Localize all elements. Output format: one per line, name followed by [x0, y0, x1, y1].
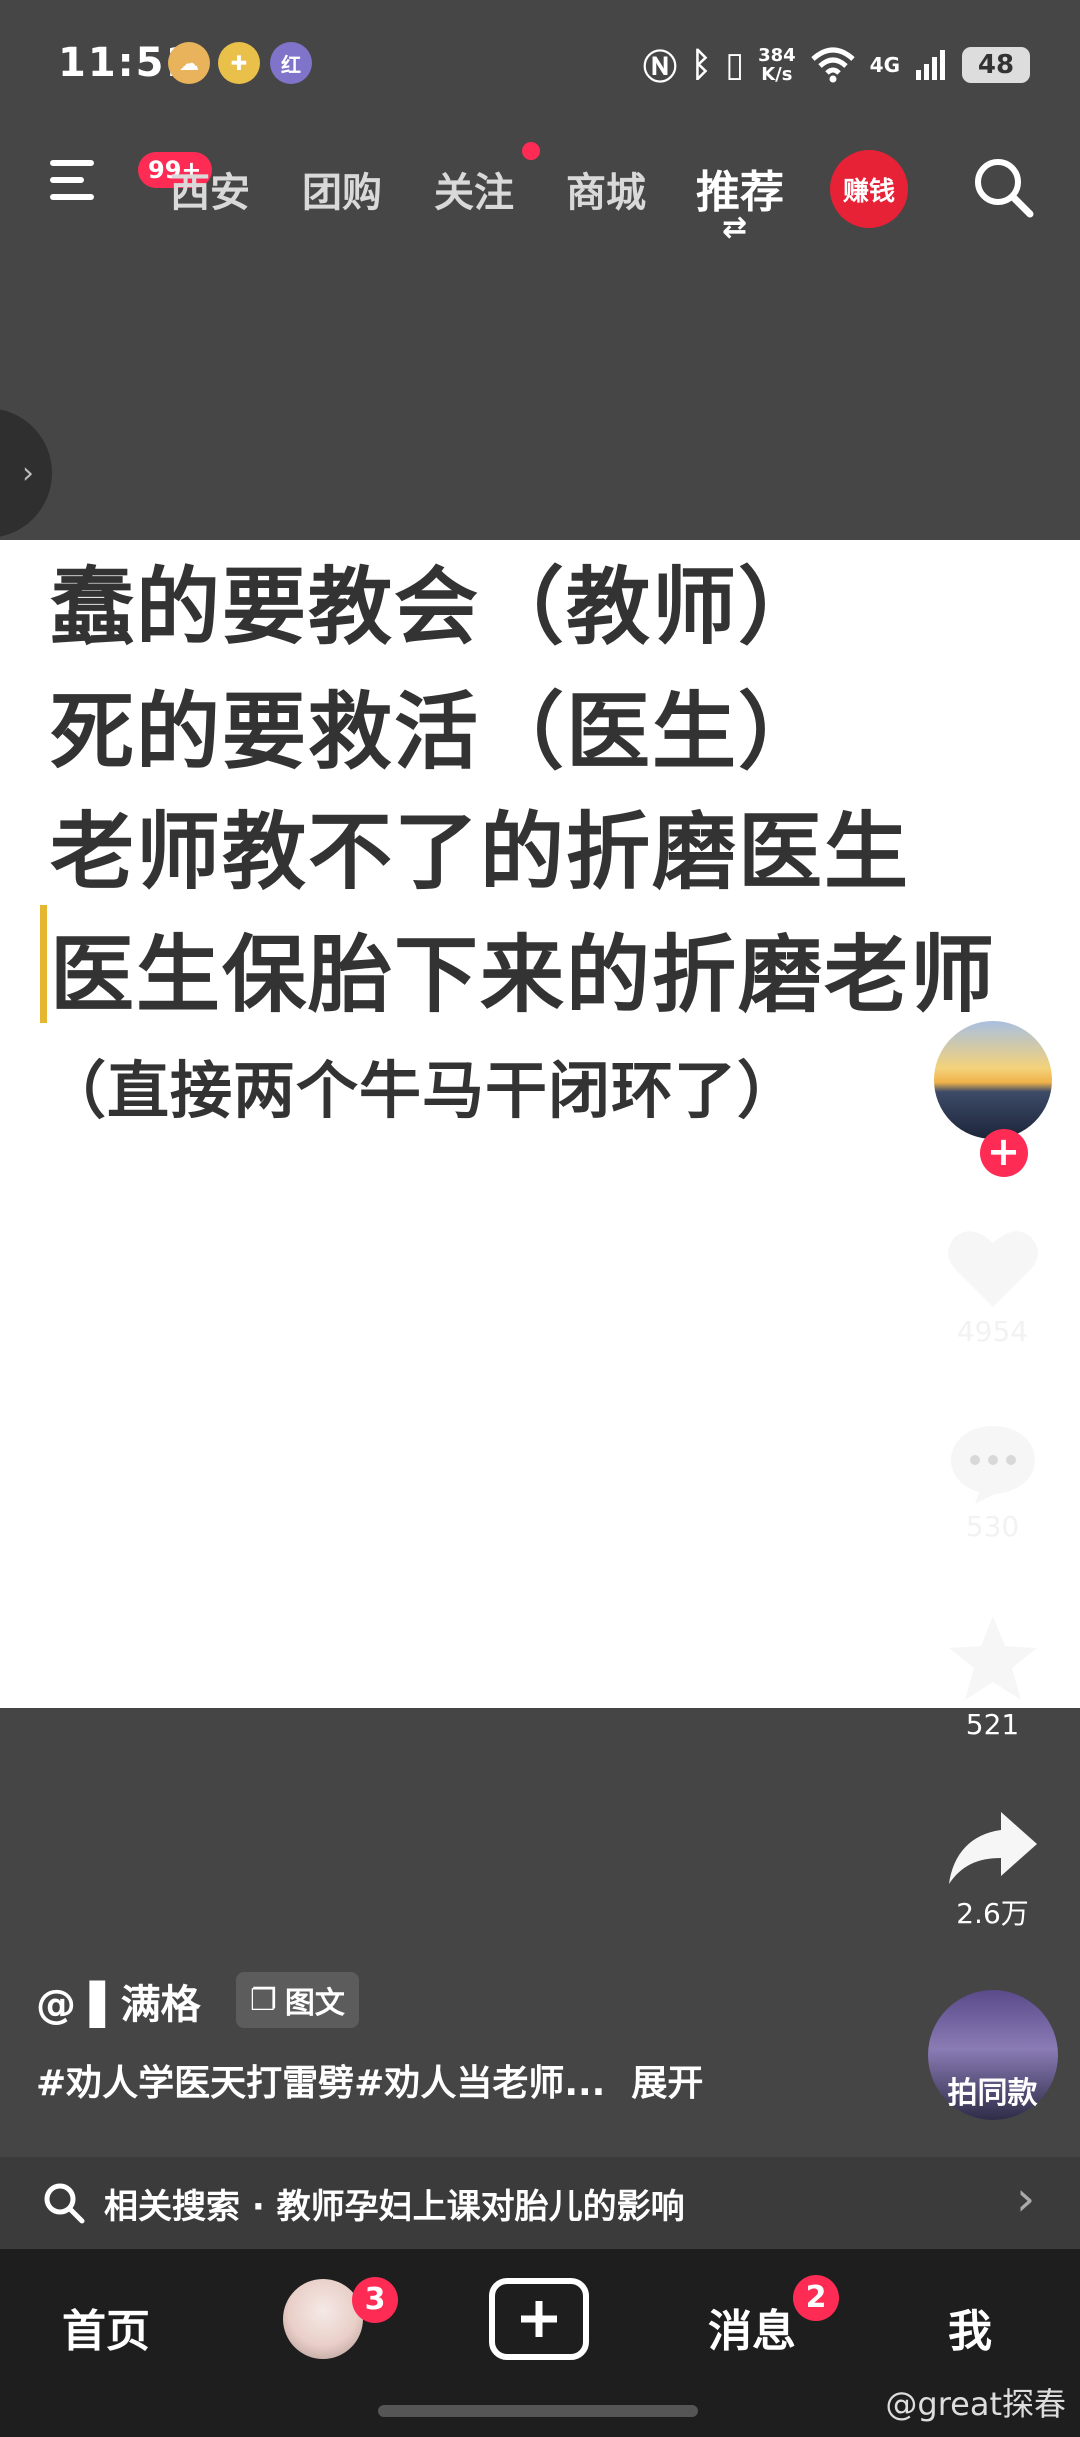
- search-icon: [44, 2183, 85, 2224]
- speed-value: 384: [758, 44, 796, 66]
- content-line: 医生保胎下来的折磨老师: [50, 926, 997, 1024]
- bluetooth-icon: ᛒ: [690, 44, 712, 85]
- expand-link[interactable]: 展开: [631, 2063, 703, 2104]
- same-style-thumbnail[interactable]: 拍同款: [927, 1990, 1058, 2120]
- share-action[interactable]: 2.6万: [920, 1808, 1065, 1932]
- nav-home[interactable]: 首页: [62, 2295, 150, 2359]
- related-search-bar[interactable]: 相关搜索 · 教师孕妇上课对胎儿的影响 ›: [0, 2157, 1080, 2249]
- tab-mall[interactable]: 商城: [566, 160, 646, 218]
- gallery-icon: ❐: [250, 1982, 277, 2018]
- messages-badge: 2: [793, 2275, 839, 2321]
- speed-unit: K/s: [761, 63, 793, 85]
- content-line: 死的要救活（医生）: [50, 683, 825, 781]
- add-post-button[interactable]: [489, 2278, 589, 2360]
- follow-plus-icon[interactable]: +: [979, 1129, 1028, 1177]
- same-style-action[interactable]: 拍同款: [920, 1990, 1065, 2120]
- search-icon[interactable]: [968, 152, 1038, 222]
- swap-icon[interactable]: ⇄: [722, 210, 747, 245]
- heart-icon[interactable]: [945, 1225, 1041, 1311]
- nav-messages[interactable]: 消息: [708, 2295, 796, 2359]
- same-style-label: 拍同款: [947, 2076, 1038, 2111]
- following-dot: [522, 142, 540, 160]
- tab-group-buy[interactable]: 团购: [302, 160, 382, 218]
- post-type-label: 图文: [284, 1986, 345, 2021]
- content-line: 老师教不了的折磨医生: [50, 803, 911, 901]
- health-app-icon: ✚: [218, 42, 260, 84]
- share-arrow-icon[interactable]: [945, 1808, 1041, 1888]
- vibrate-icon: ▯: [725, 44, 745, 85]
- chevron-right-icon: ›: [1016, 2171, 1036, 2227]
- top-area: 11:51 ☁ ✚ 红 Ⓝ ᛒ ▯ 384 K/s 4G 48 99+ 西安 团…: [0, 0, 1080, 540]
- tab-following[interactable]: 关注: [434, 160, 514, 218]
- nfc-icon: Ⓝ: [642, 48, 677, 88]
- share-count: 2.6万: [956, 1897, 1029, 1930]
- post-image[interactable]: 蠢的要教会（教师） 死的要救活（医生） 老师教不了的折磨医生 医生保胎下来的折磨…: [0, 540, 1080, 1708]
- comment-action[interactable]: 530: [920, 1420, 1065, 1543]
- post-caption[interactable]: #劝人学医天打雷劈#劝人当老师... 展开: [36, 2054, 703, 2106]
- comment-icon[interactable]: [945, 1420, 1041, 1506]
- network-speed: 384 K/s: [758, 46, 796, 84]
- favorite-action[interactable]: 521: [920, 1612, 1065, 1741]
- caption-text[interactable]: #劝人学医天打雷劈#劝人当老师...: [36, 2063, 605, 2104]
- author-name[interactable]: @ ▌满格: [36, 1972, 201, 2030]
- bottom-nav: 首页 3 消息 2 我 @great探春: [0, 2249, 1080, 2437]
- like-count: 4954: [956, 1315, 1029, 1348]
- network-type: 4G: [869, 52, 900, 77]
- friends-avatar[interactable]: [283, 2279, 363, 2359]
- related-search-text[interactable]: 相关搜索 · 教师孕妇上课对胎儿的影响: [104, 2179, 685, 2228]
- home-indicator[interactable]: [378, 2405, 698, 2417]
- author-avatar[interactable]: +: [930, 1018, 1055, 1177]
- watermark: @great探春: [885, 2385, 1066, 2423]
- nav-me[interactable]: 我: [948, 2295, 992, 2359]
- weather-app-icon: ☁: [168, 42, 210, 84]
- author-avatar-group[interactable]: +: [920, 1018, 1065, 1177]
- plus-icon: [521, 2301, 557, 2337]
- favorite-count: 521: [965, 1708, 1020, 1741]
- content-line: （直接两个牛马干闭环了）: [44, 1054, 801, 1127]
- chevron-right-icon: ›: [22, 455, 34, 491]
- earn-money-button[interactable]: 赚钱: [830, 150, 908, 228]
- signal-icon: [916, 49, 945, 80]
- status-right: Ⓝ ᛒ ▯ 384 K/s 4G 48: [643, 40, 1030, 89]
- content-line: 蠢的要教会（教师）: [50, 558, 825, 656]
- menu-icon[interactable]: 99+: [50, 152, 212, 204]
- battery-icon: 48: [962, 46, 1030, 83]
- comment-count: 530: [965, 1510, 1020, 1543]
- friends-badge: 3: [352, 2277, 398, 2323]
- red-app-icon: 红: [270, 42, 312, 84]
- text-cursor: [40, 905, 47, 1023]
- tab-xian[interactable]: 西安: [170, 160, 250, 218]
- top-nav: 99+ 西安 团购 关注 商城 推荐 ⇄ 赚钱: [0, 140, 1080, 245]
- like-action[interactable]: 4954: [920, 1225, 1065, 1348]
- wifi-icon: [810, 47, 855, 82]
- star-icon[interactable]: [945, 1612, 1041, 1704]
- post-type-badge: ❐ 图文: [236, 1972, 359, 2028]
- status-bar: 11:51 ☁ ✚ 红 Ⓝ ᛒ ▯ 384 K/s 4G 48: [0, 30, 1080, 105]
- side-drawer-handle[interactable]: ›: [0, 408, 52, 538]
